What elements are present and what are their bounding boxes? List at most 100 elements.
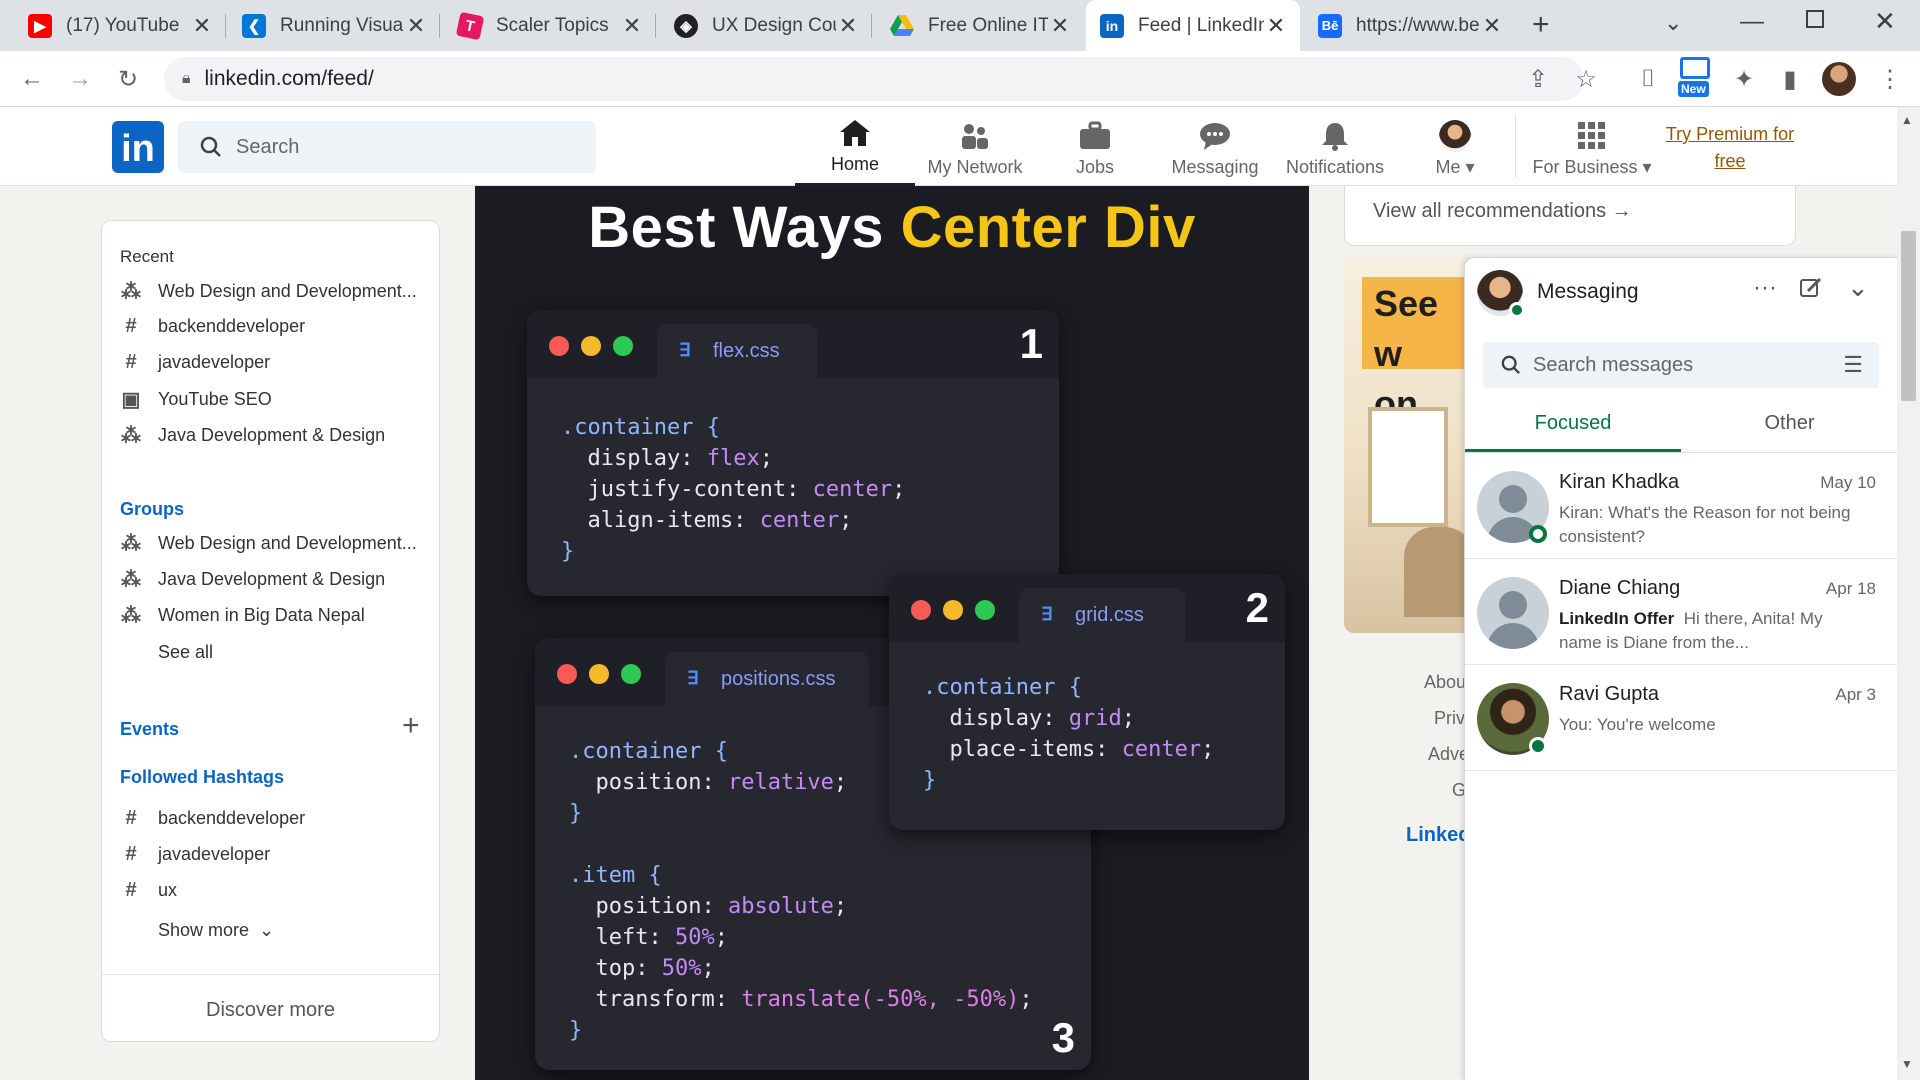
try-premium-link[interactable]: Try Premium for free xyxy=(1660,121,1800,175)
see-all-link[interactable]: See all xyxy=(158,642,213,663)
browser-tab-drive[interactable]: Free Online IT ✕ xyxy=(876,0,1084,51)
nav-me[interactable]: Me ▾ xyxy=(1395,107,1515,186)
avatar xyxy=(1437,119,1473,153)
compose-icon[interactable] xyxy=(1799,276,1823,305)
tab-title: Feed | LinkedIn xyxy=(1138,14,1264,36)
contact-name: Ravi Gupta xyxy=(1559,683,1660,705)
discover-more-button[interactable]: Discover more xyxy=(102,999,439,1022)
file-name: positions.css xyxy=(721,667,836,690)
hashtag-item[interactable]: # ux xyxy=(120,879,177,902)
search-icon xyxy=(200,136,221,157)
forward-arrow-icon[interactable]: → xyxy=(64,63,96,95)
messaging-title[interactable]: Messaging xyxy=(1537,280,1639,304)
recent-item[interactable]: # javadeveloper xyxy=(120,351,270,374)
close-icon[interactable]: ✕ xyxy=(1480,13,1504,39)
restore-button[interactable] xyxy=(1806,10,1824,28)
reload-icon[interactable]: ↻ xyxy=(112,63,144,95)
footer-link[interactable]: G xyxy=(1424,772,1469,808)
more-options-icon[interactable]: ··· xyxy=(1753,274,1777,302)
close-icon[interactable]: ✕ xyxy=(836,13,860,39)
close-icon[interactable]: ✕ xyxy=(1048,13,1072,39)
hashtag-item[interactable]: # javadeveloper xyxy=(120,843,270,866)
scaler-icon: T xyxy=(455,11,485,40)
browser-tab-linkedin[interactable]: in Feed | LinkedIn ✕ xyxy=(1086,0,1300,51)
ad-banner[interactable]: See w on Lin xyxy=(1344,257,1466,633)
side-panel-icon[interactable]: ▮ xyxy=(1774,63,1806,95)
window-number: 3 xyxy=(1051,1014,1075,1061)
minimize-button[interactable]: — xyxy=(1740,8,1764,36)
search-placeholder: Search xyxy=(236,135,300,158)
file-tab: ∃ flex.css xyxy=(657,324,817,378)
view-all-recommendations-link[interactable]: View all recommendations → xyxy=(1373,200,1632,223)
followed-hashtags-heading[interactable]: Followed Hashtags xyxy=(120,767,284,788)
page-scrollbar[interactable]: ▲ ▼ xyxy=(1897,107,1920,1080)
extension-new-button[interactable]: New xyxy=(1678,57,1712,97)
puzzle-extensions-icon[interactable]: ✦ xyxy=(1728,63,1760,95)
briefcase-icon xyxy=(1077,119,1113,153)
linkedin-logo[interactable]: in xyxy=(112,121,164,173)
conversation-item[interactable]: Ravi Gupta Apr 3 You: You're welcome xyxy=(1465,665,1898,771)
add-event-plus-icon[interactable]: + xyxy=(402,709,420,743)
nav-label: Jobs xyxy=(1075,157,1115,177)
recent-item[interactable]: ▣ YouTube SEO xyxy=(120,387,272,412)
tab-focused[interactable]: Focused xyxy=(1465,398,1681,452)
nav-for-business[interactable]: For Business ▾ xyxy=(1532,107,1652,186)
nav-notifications[interactable]: Notifications xyxy=(1275,107,1395,186)
nav-label: Notifications xyxy=(1285,157,1385,177)
collapse-chevron-icon[interactable]: ⌄ xyxy=(1847,272,1869,303)
back-arrow-icon[interactable]: ← xyxy=(16,63,48,95)
show-more-button[interactable]: Show more ⌄ xyxy=(158,920,274,941)
address-bar[interactable]: 🔒︎ linkedin.com/feed/ xyxy=(164,57,1584,101)
code-block: .container { display: flex; justify-cont… xyxy=(561,415,906,564)
group-item[interactable]: ⁂ Java Development & Design xyxy=(120,567,385,592)
group-item[interactable]: ⁂ Women in Big Data Nepal xyxy=(120,603,365,628)
filter-icon[interactable]: ☰ xyxy=(1843,352,1863,378)
tab-title: Free Online IT xyxy=(928,14,1048,36)
footer-link[interactable]: Abou xyxy=(1424,664,1469,700)
nav-home[interactable]: Home xyxy=(795,107,915,186)
group-item[interactable]: ⁂ Web Design and Development... xyxy=(120,531,417,556)
scrollbar-thumb[interactable] xyxy=(1901,231,1916,401)
nav-my-network[interactable]: My Network xyxy=(915,107,1035,186)
share-icon[interactable]: ⇪ xyxy=(1522,63,1554,95)
conversation-item[interactable]: Diane Chiang Apr 18 LinkedIn Offer Hi th… xyxy=(1465,559,1898,665)
close-icon[interactable]: ✕ xyxy=(404,13,428,39)
hashtag-item[interactable]: # backenddeveloper xyxy=(120,807,305,830)
messaging-panel: Messaging ··· ⌄ Search messages ☰ Focuse… xyxy=(1464,257,1898,1080)
browser-tab-youtube[interactable]: ▶ (17) YouTube ✕ xyxy=(14,0,226,51)
nav-label: Home xyxy=(830,154,879,174)
yellow-dot xyxy=(589,664,609,684)
new-tab-button[interactable]: + xyxy=(1532,8,1550,42)
close-window-button[interactable]: ✕ xyxy=(1874,6,1896,37)
camera-icon[interactable]: ⌷ xyxy=(1632,63,1664,95)
tab-other[interactable]: Other xyxy=(1681,398,1898,452)
scroll-down-arrow-icon[interactable]: ▼ xyxy=(1901,1057,1913,1071)
footer-link[interactable]: Priv xyxy=(1424,700,1469,736)
search-input[interactable]: Search xyxy=(178,121,596,173)
scroll-up-arrow-icon[interactable]: ▲ xyxy=(1901,113,1913,127)
conversation-item[interactable]: Kiran Khadka May 10 Kiran: What's the Re… xyxy=(1465,453,1898,559)
close-icon[interactable]: ✕ xyxy=(1264,13,1288,39)
nav-jobs[interactable]: Jobs xyxy=(1035,107,1155,186)
profile-avatar[interactable] xyxy=(1822,62,1856,96)
green-dot xyxy=(975,600,995,620)
browser-tab-behance[interactable]: Bē https://www.be ✕ xyxy=(1304,0,1516,51)
footer-link[interactable]: Adve xyxy=(1424,736,1469,772)
message-preview: Kiran: What's the Reason for not being c… xyxy=(1559,503,1851,546)
bookmark-star-icon[interactable]: ☆ xyxy=(1570,63,1602,95)
post-image[interactable]: Best Ways Center Div ∃ flex.css 1 .contai… xyxy=(475,186,1309,1080)
nav-messaging[interactable]: Messaging xyxy=(1155,107,1275,186)
tab-search-chevron-icon[interactable]: ⌄ xyxy=(1664,10,1682,36)
browser-tab-scaler[interactable]: T Scaler Topics ✕ xyxy=(444,0,656,51)
close-icon[interactable]: ✕ xyxy=(620,13,644,39)
browser-tab-ux[interactable]: ◈ UX Design Cou ✕ xyxy=(660,0,872,51)
groups-heading[interactable]: Groups xyxy=(120,499,184,520)
close-icon[interactable]: ✕ xyxy=(190,13,214,39)
search-messages-input[interactable]: Search messages ☰ xyxy=(1483,342,1879,388)
recent-item[interactable]: ⁂ Java Development & Design xyxy=(120,423,385,448)
events-heading[interactable]: Events xyxy=(120,719,179,740)
recent-item[interactable]: ⁂ Web Design and Development... xyxy=(120,279,417,304)
more-menu-icon[interactable]: ⋮ xyxy=(1874,63,1906,95)
recent-item[interactable]: # backenddeveloper xyxy=(120,315,305,338)
browser-tab-vscode[interactable]: ❮ Running Visual ✕ xyxy=(228,0,440,51)
